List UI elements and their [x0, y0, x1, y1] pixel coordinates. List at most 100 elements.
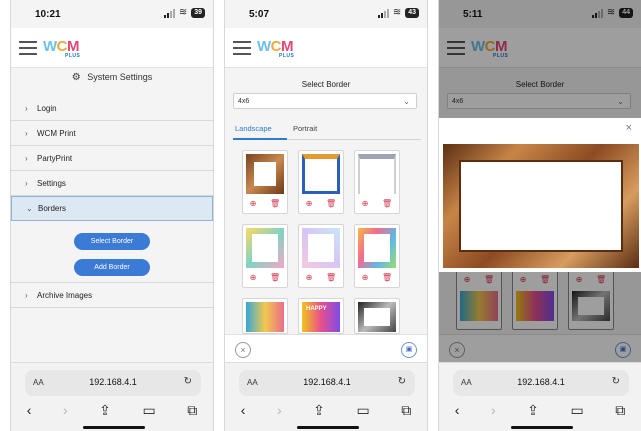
wifi-icon: ≋	[392, 7, 402, 18]
border-card[interactable]: ⊕ 🗑	[242, 150, 288, 214]
border-footer: × ▣	[225, 334, 427, 362]
browser-toolbar: AA 192.168.4.1 ↻ ‹ › ⇪ ▭ ⧉	[225, 362, 427, 431]
border-thumbnail[interactable]	[302, 154, 340, 194]
tabs-icon[interactable]: ⧉	[187, 402, 197, 419]
address-bar[interactable]: AA 192.168.4.1 ↻	[25, 370, 201, 396]
back-icon[interactable]: ‹	[455, 402, 460, 419]
wcm-logo: WCM PLUS	[257, 38, 295, 59]
menu-icon[interactable]	[233, 41, 251, 55]
tab-landscape[interactable]: Landscape	[235, 124, 272, 133]
share-icon[interactable]: ⇪	[313, 402, 325, 419]
nav-item-wcm-print[interactable]: › WCM Print	[11, 121, 213, 146]
forward-icon[interactable]: ›	[491, 402, 496, 419]
reload-icon[interactable]: ↻	[398, 376, 406, 387]
chevron-down-icon: ⌄	[26, 204, 33, 213]
reload-icon[interactable]: ↻	[612, 376, 620, 387]
nav-item-borders[interactable]: ⌄ Borders	[11, 196, 213, 221]
chevron-right-icon: ›	[25, 290, 28, 300]
border-card[interactable]: ⊕ 🗑	[354, 224, 400, 288]
tabs-icon[interactable]: ⧉	[615, 402, 625, 419]
address-bar[interactable]: AA 192.168.4.1 ↻	[453, 370, 629, 396]
border-thumbnail[interactable]	[246, 154, 284, 194]
border-thumbnail[interactable]	[246, 228, 284, 268]
size-dropdown-value: 4x6	[238, 98, 250, 105]
forward-icon[interactable]: ›	[63, 402, 68, 419]
zoom-icon[interactable]: ⊕	[250, 199, 257, 208]
border-thumbnail[interactable]	[358, 228, 396, 268]
bookmarks-icon[interactable]: ▭	[356, 402, 369, 419]
save-icon[interactable]: ▣	[401, 342, 417, 358]
select-border-button[interactable]: Select Border	[74, 233, 150, 250]
border-thumbnail[interactable]	[358, 154, 396, 194]
zoom-icon[interactable]: ⊕	[362, 273, 369, 282]
address-bar[interactable]: AA 192.168.4.1 ↻	[239, 370, 415, 396]
battery-icon: 43	[405, 8, 419, 18]
app-header: WCM PLUS	[11, 28, 213, 68]
zoom-icon[interactable]: ⊕	[250, 273, 257, 282]
border-card[interactable]: ⊕ 🗑	[242, 224, 288, 288]
border-card[interactable]: ⊕ 🗑	[354, 150, 400, 214]
border-card[interactable]	[354, 298, 400, 334]
nav-item-partyprint[interactable]: › PartyPrint	[11, 146, 213, 171]
nav-item-label: PartyPrint	[37, 153, 73, 163]
border-thumbnail[interactable]: HAPPY	[302, 302, 340, 332]
signal-icon	[377, 8, 389, 18]
chevron-right-icon: ›	[25, 103, 28, 113]
bookmarks-icon[interactable]: ▭	[570, 402, 583, 419]
border-card[interactable]: HAPPY	[298, 298, 344, 334]
nav-item-label: Borders	[38, 204, 67, 213]
nav-item-archive-images[interactable]: › Archive Images	[11, 283, 213, 308]
size-dropdown[interactable]: 4x6 ⌄	[233, 93, 417, 109]
trash-icon[interactable]: 🗑	[326, 199, 336, 208]
zoom-icon[interactable]: ⊕	[362, 199, 369, 208]
share-icon[interactable]: ⇪	[99, 402, 111, 419]
screenshot-stage: 10:21 ≋ 39 WCM PLUS ⚙ System Settings › …	[0, 0, 641, 431]
back-icon[interactable]: ‹	[241, 402, 246, 419]
phone-border-preview: 5:11 ≋ 44 WCM PLUS Select Border 4x6 ⌄ ⊕…	[438, 0, 641, 431]
borders-panel: Select Border Add Border	[11, 221, 213, 283]
trash-icon[interactable]: 🗑	[270, 273, 280, 282]
trash-icon[interactable]: 🗑	[382, 273, 392, 282]
url-text: 192.168.4.1	[517, 377, 565, 387]
browser-nav-tools: ‹ › ⇪ ▭ ⧉	[225, 402, 427, 419]
nav-item-label: Settings	[37, 178, 66, 188]
wcm-logo: WCM PLUS	[43, 38, 81, 59]
chevron-right-icon: ›	[25, 178, 28, 188]
close-icon[interactable]: ×	[235, 342, 251, 358]
share-icon[interactable]: ⇪	[527, 402, 539, 419]
battery-icon: 39	[191, 8, 205, 18]
menu-icon[interactable]	[19, 41, 37, 55]
border-thumbnail[interactable]	[302, 228, 340, 268]
border-card[interactable]	[242, 298, 288, 334]
browser-toolbar: AA 192.168.4.1 ↻ ‹ › ⇪ ▭ ⧉	[11, 362, 213, 431]
nav-item-settings[interactable]: › Settings	[11, 171, 213, 196]
gear-icon: ⚙	[71, 72, 81, 83]
nav-item-label: WCM Print	[37, 128, 76, 138]
border-thumbnail[interactable]	[246, 302, 284, 332]
settings-nav: › Login › WCM Print › PartyPrint › Setti…	[11, 96, 213, 308]
trash-icon[interactable]: 🗑	[270, 199, 280, 208]
chevron-down-icon: ⌄	[403, 97, 410, 106]
page-title: ⚙ System Settings	[11, 72, 213, 83]
border-card[interactable]: ⊕ 🗑	[298, 150, 344, 214]
nav-item-login[interactable]: › Login	[11, 96, 213, 121]
status-time: 5:07	[249, 9, 270, 20]
back-icon[interactable]: ‹	[27, 402, 32, 419]
reload-icon[interactable]: ↻	[184, 376, 192, 387]
border-thumbnail[interactable]	[358, 302, 396, 332]
forward-icon[interactable]: ›	[277, 402, 282, 419]
border-card[interactable]: ⊕ 🗑	[298, 224, 344, 288]
url-text: 192.168.4.1	[303, 377, 351, 387]
zoom-icon[interactable]: ⊕	[306, 273, 313, 282]
trash-icon[interactable]: 🗑	[326, 273, 336, 282]
close-icon[interactable]: ×	[626, 122, 632, 134]
home-indicator	[83, 426, 145, 429]
trash-icon[interactable]: 🗑	[382, 199, 392, 208]
bookmarks-icon[interactable]: ▭	[142, 402, 155, 419]
tab-portrait[interactable]: Portrait	[293, 124, 317, 133]
tabs-icon[interactable]: ⧉	[401, 402, 411, 419]
add-border-button[interactable]: Add Border	[74, 259, 150, 276]
signal-icon	[163, 8, 175, 18]
zoom-icon[interactable]: ⊕	[306, 199, 313, 208]
status-icons: ≋ 39	[163, 8, 205, 18]
